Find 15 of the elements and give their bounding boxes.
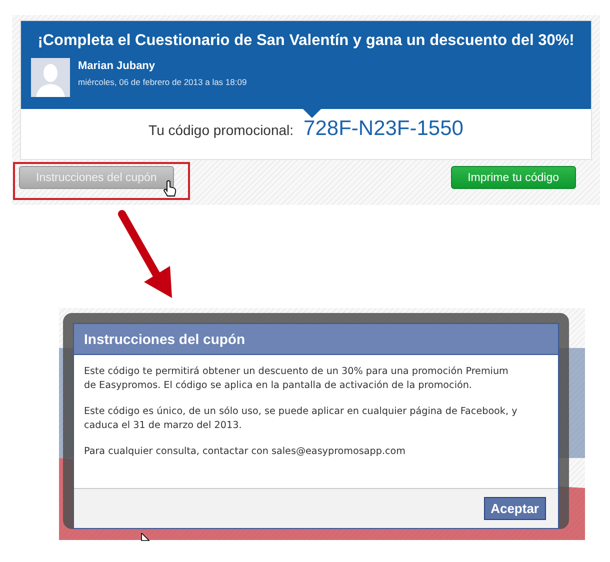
dialog-title: Instrucciones del cupón xyxy=(74,324,558,355)
accept-button[interactable]: Aceptar xyxy=(484,497,546,520)
dialog-paragraph: Para cualquier consulta, contactar con sales@easypromosapp.com xyxy=(84,445,406,458)
dialog-paragraph: Este código es único, de un sólo uso, se puede aplicar en cualquier página de Facebook, y caduca el 31 de marzo del 2013. xyxy=(84,405,518,432)
hand-cursor-icon xyxy=(163,180,177,197)
code-label: Tu código promocional: xyxy=(148,122,294,138)
mouse-cursor-icon xyxy=(141,533,151,541)
author-name: Marian Jubany xyxy=(78,60,156,72)
post-date: miércoles, 06 de febrero de 2013 a las 18:09 xyxy=(78,77,247,87)
dialog-paragraph: Este código te permitirá obtener un descuento de un 30% para una promoción Premium de Easypromos. El código se aplica en la pantalla de activación de la promoción. xyxy=(84,365,510,392)
promo-title: ¡Completa el Cuestionario de San Valentín y gana un descuento del 30%! xyxy=(36,31,576,50)
instructions-button[interactable]: Instrucciones del cupón xyxy=(19,166,174,189)
promo-code: 728F-N23F-1550 xyxy=(304,117,464,141)
print-button[interactable]: Imprime tu código xyxy=(450,166,576,189)
avatar-icon xyxy=(31,58,70,97)
